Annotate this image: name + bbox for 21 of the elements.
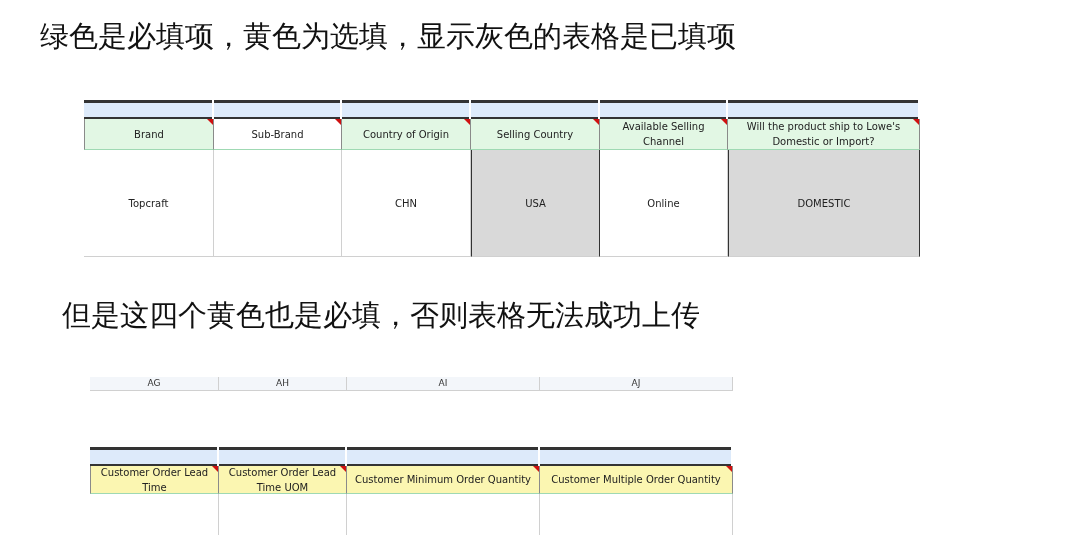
column-letter: AJ [540, 377, 733, 391]
table-cell: USA [471, 150, 600, 257]
column-letter: AG [90, 377, 219, 391]
table-cell: Online [600, 150, 728, 257]
table-cell: CHN [342, 150, 471, 257]
column-header: Country of Origin [342, 119, 471, 150]
table-cell: DOMESTIC [728, 150, 920, 257]
column-header: Will the product ship to Lowe's Domestic or Import? [728, 119, 920, 150]
column-header: Customer Minimum Order Quantity [347, 466, 540, 494]
column-header: Available Selling Channel [600, 119, 728, 150]
column-letter: AH [219, 377, 347, 391]
column-header: Customer Order Lead Time UOM [219, 466, 347, 494]
column-header: Brand [84, 119, 214, 150]
table-cell: Topcraft [84, 150, 214, 257]
heading: 但是这四个黄色也是必填，否则表格无法成功上传 [62, 297, 700, 334]
column-header: Customer Multiple Order Quantity [540, 466, 733, 494]
column-header: Selling Country [471, 119, 600, 150]
column-header: Customer Order Lead Time [90, 466, 219, 494]
column-letter: AI [347, 377, 540, 391]
column-header: Sub-Brand [214, 119, 342, 150]
heading: 绿色是必填项，黄色为选填，显示灰色的表格是已填项 [40, 18, 736, 55]
